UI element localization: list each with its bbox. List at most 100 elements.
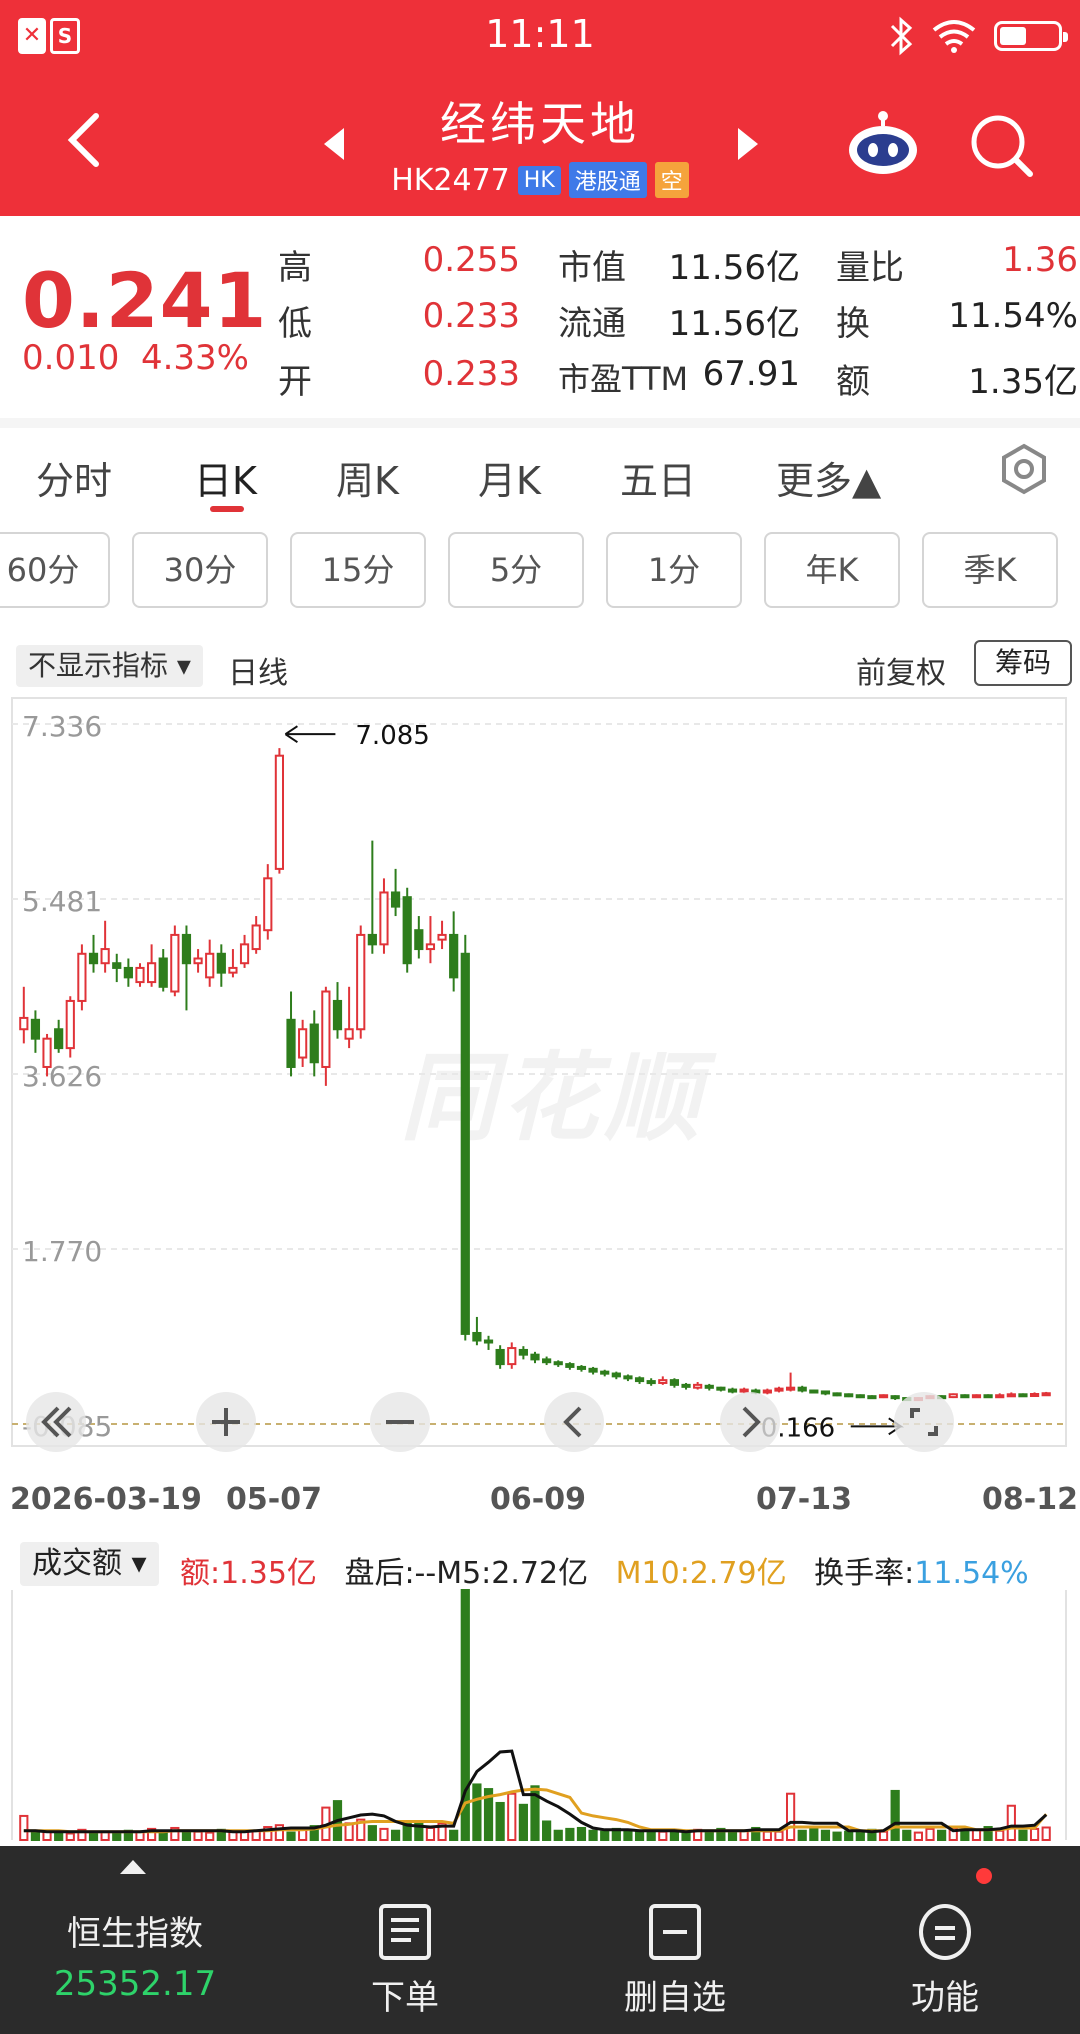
tab-weekly-k[interactable]: 周K	[336, 450, 399, 505]
candle-body	[390, 891, 401, 908]
period-60min[interactable]: 60分	[0, 532, 110, 608]
volume-bar	[658, 1830, 668, 1842]
nav-remove-watchlist[interactable]: 删自选	[540, 1846, 810, 2034]
back-icon[interactable]	[60, 110, 112, 170]
quote-value-amount: 1.35亿	[968, 362, 1078, 402]
quote-label-pe: 市盈TTM	[558, 360, 689, 398]
volume-bar	[925, 1827, 935, 1841]
left-icon[interactable]	[542, 1390, 606, 1454]
candle-body	[123, 966, 133, 979]
stock-title-block: 经纬天地 HK2477 HK 港股通 空	[300, 88, 780, 198]
volume-bar	[54, 1831, 64, 1841]
zoom-out-icon[interactable]	[368, 1390, 432, 1454]
volume-bar	[158, 1831, 168, 1841]
volume-bar	[1006, 1804, 1016, 1841]
quote-label-volratio: 量比	[836, 248, 904, 288]
next-stock-icon[interactable]	[734, 126, 762, 162]
candle-body	[379, 891, 389, 946]
volume-bar	[995, 1829, 1005, 1841]
volume-bar	[681, 1831, 691, 1841]
candle-body	[228, 966, 238, 974]
date-tick: 08-12	[982, 1482, 1078, 1517]
candle-body	[483, 1339, 494, 1344]
date-tick: 06-09	[490, 1482, 586, 1517]
candle-body	[565, 1363, 575, 1368]
candle-body	[19, 1016, 29, 1031]
nav-order[interactable]: 下单	[270, 1846, 540, 2034]
candle-body	[274, 754, 285, 870]
volume-bar	[472, 1783, 482, 1841]
candle-body	[646, 1380, 656, 1385]
search-icon[interactable]	[966, 110, 1036, 180]
volume-bar	[576, 1826, 587, 1842]
index-value: 25352.17	[53, 1964, 217, 2004]
candle-body	[147, 962, 157, 984]
quote-label-turnover: 换	[836, 304, 870, 344]
volume-bar	[832, 1831, 842, 1841]
divider	[0, 418, 1080, 428]
volume-bar	[774, 1830, 784, 1842]
period-15min[interactable]: 15分	[290, 532, 426, 608]
volume-bar	[1029, 1827, 1040, 1841]
adjust-mode-button[interactable]: 前复权	[856, 648, 946, 692]
status-right-icons	[888, 14, 1068, 58]
volume-bar	[785, 1792, 796, 1841]
tab-daily-k[interactable]: 日K	[194, 450, 257, 505]
volume-bar	[809, 1827, 819, 1841]
fullscreen-icon[interactable]	[892, 1390, 956, 1454]
quote-label-amount: 额	[836, 362, 870, 402]
tab-intraday[interactable]: 分时	[36, 450, 112, 505]
period-yearly-k[interactable]: 年K	[764, 532, 900, 608]
volume-bar	[913, 1831, 923, 1841]
chip-distribution-button[interactable]: 筹码	[974, 640, 1072, 686]
wifi-icon	[932, 20, 976, 53]
tab-monthly-k[interactable]: 月K	[478, 450, 541, 505]
right-icon[interactable]	[718, 1390, 782, 1454]
volume-bar	[600, 1830, 610, 1842]
candle-body	[460, 952, 470, 1335]
candle-body	[437, 933, 447, 941]
quote-value-low: 0.233	[422, 296, 520, 336]
quote-value-open: 0.233	[422, 354, 520, 394]
candle-body	[65, 999, 75, 1050]
settings-hexagon-icon[interactable]	[998, 443, 1050, 495]
k-line-chart[interactable]: 7.3365.4813.6261.770-0.085 7.0850.166	[0, 690, 1080, 1460]
candle-body	[170, 933, 180, 993]
candle-body	[634, 1377, 645, 1383]
candle-body	[449, 933, 459, 979]
volume-bar	[181, 1830, 192, 1842]
period-5min[interactable]: 5分	[448, 532, 584, 608]
robot-assistant-icon[interactable]	[846, 110, 920, 176]
candle-body	[88, 952, 99, 965]
volume-bar	[19, 1814, 29, 1841]
zoom-in-icon[interactable]	[194, 1390, 258, 1454]
index-name[interactable]: 恒生指数	[0, 1906, 270, 1955]
candle-body	[286, 1018, 296, 1068]
battery-icon	[994, 21, 1068, 51]
date-tick: 05-07	[226, 1482, 322, 1517]
period-30min[interactable]: 30分	[132, 532, 268, 608]
volume-bar	[553, 1829, 563, 1841]
date-tick: 2026-03-19	[10, 1482, 202, 1517]
volume-indicator-select[interactable]: 成交额 ▾	[20, 1542, 159, 1586]
nav-remove-label: 删自选	[624, 1978, 726, 2018]
period-quarterly-k[interactable]: 季K	[922, 532, 1058, 608]
max-price-label: 7.085	[355, 721, 429, 751]
candle-body	[135, 966, 145, 984]
y-tick-label: 7.336	[22, 710, 102, 743]
candle-body	[205, 952, 215, 979]
volume-chart[interactable]	[0, 1584, 1080, 1844]
tab-more[interactable]: 更多▲	[776, 450, 881, 505]
double-left-icon[interactable]	[24, 1390, 88, 1454]
candle-body	[112, 962, 122, 969]
volume-bar	[88, 1831, 99, 1841]
candle-body	[367, 933, 377, 946]
quote-value-high: 0.255	[422, 240, 520, 280]
quote-value-turnover: 11.54%	[948, 296, 1078, 336]
candle-body	[298, 1028, 308, 1059]
expand-up-icon[interactable]	[118, 1856, 148, 1876]
nav-functions[interactable]: 功能	[810, 1846, 1080, 2034]
period-1min[interactable]: 1分	[606, 532, 742, 608]
indicator-select[interactable]: 不显示指标 ▾	[16, 645, 203, 687]
tab-five-day[interactable]: 五日	[620, 450, 696, 505]
